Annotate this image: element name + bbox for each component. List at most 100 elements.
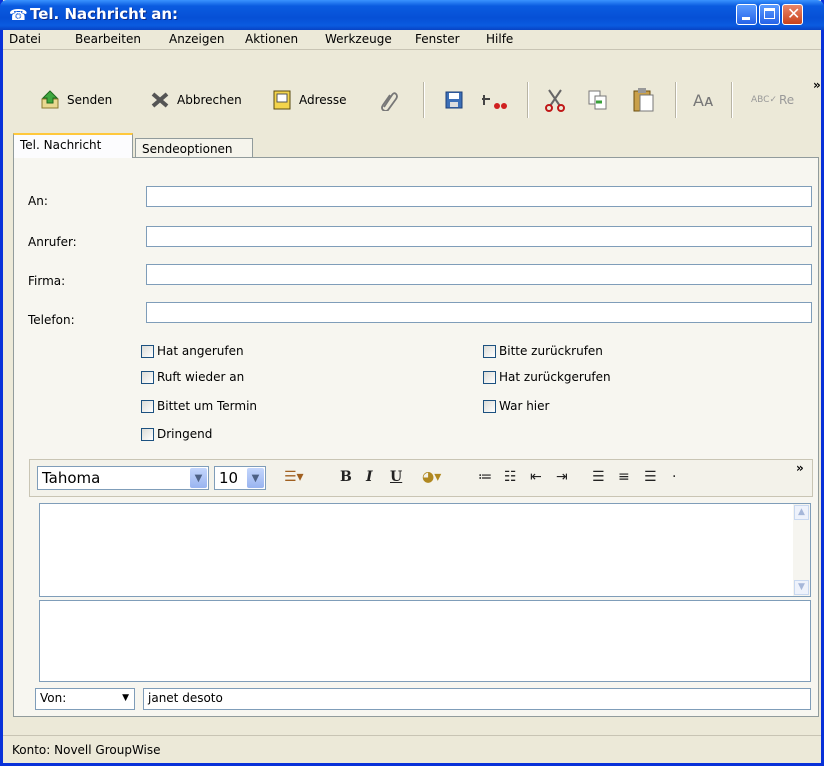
menu-bearbeiten[interactable]: Bearbeiten [75, 32, 141, 46]
font-size-select[interactable]: 10 ▼ [214, 466, 266, 490]
formatting-overflow-chevron[interactable]: » [796, 461, 804, 475]
window-title: Tel. Nachricht an: [30, 5, 179, 23]
menu-bar: Datei Bearbeiten Anzeigen Aktionen Werkz… [3, 30, 821, 50]
checkbox-label: Hat zurückgerufen [499, 370, 611, 384]
bullet-list-icon[interactable]: ☷ [504, 469, 517, 485]
checkbox-returned-call[interactable]: Hat zurückgerufen [483, 370, 611, 384]
chevron-down-icon[interactable]: ▼ [122, 693, 129, 703]
font-aa-icon[interactable]: Aᴀ [693, 86, 713, 114]
spellcheck-icon: ABC✓ [751, 95, 777, 105]
spellcheck-label: Re [779, 93, 795, 107]
from-field[interactable]: janet desoto [143, 688, 811, 710]
checkbox-please-call-back[interactable]: Bitte zurückrufen [483, 344, 603, 358]
underline-icon[interactable]: U [390, 469, 402, 485]
checkbox-label: Hat angerufen [157, 344, 244, 358]
menu-aktionen[interactable]: Aktionen [245, 32, 298, 46]
from-label: Von: [40, 691, 67, 705]
address-button[interactable]: Adresse [271, 86, 347, 114]
numbered-list-icon[interactable]: ≔ [478, 469, 492, 485]
color-palette-icon[interactable]: ◕▾ [422, 469, 441, 485]
checkbox-wants-appointment[interactable]: Bittet um Termin [141, 399, 257, 413]
vertical-scrollbar[interactable]: ▲ ▼ [793, 504, 810, 596]
bold-icon[interactable]: B [340, 469, 352, 485]
cut-icon[interactable] [543, 86, 567, 114]
italic-icon[interactable]: I [366, 469, 373, 485]
telephone-icon: ☎ [9, 6, 28, 24]
checkbox-box[interactable] [483, 344, 496, 358]
cancel-label: Abbrechen [177, 93, 242, 107]
title-bar[interactable]: ☎ Tel. Nachricht an: ✕ [0, 0, 824, 30]
menu-anzeigen[interactable]: Anzeigen [169, 32, 224, 46]
message-text-area[interactable] [39, 600, 811, 682]
checkbox-called[interactable]: Hat angerufen [141, 344, 244, 358]
address-book-icon [271, 89, 293, 111]
checkbox-label: Bittet um Termin [157, 399, 258, 413]
save-icon[interactable] [443, 86, 465, 114]
cancel-button[interactable]: Abbrechen [149, 86, 242, 114]
font-family-value: Tahoma [42, 469, 101, 487]
toolbar-separator [675, 82, 677, 118]
send-button[interactable]: Senden [39, 86, 112, 114]
caller-label: Anrufer: [28, 235, 77, 249]
message-body-editor[interactable]: ▲ ▼ [39, 503, 811, 597]
list-style-icon[interactable]: ☰▾ [284, 469, 304, 485]
address-label: Adresse [299, 93, 347, 107]
maximize-button[interactable] [759, 4, 780, 25]
checkbox-label: Ruft wieder an [157, 370, 245, 384]
menu-datei[interactable]: Datei [9, 32, 41, 46]
scroll-up-icon[interactable]: ▲ [794, 505, 809, 520]
menu-werkzeuge[interactable]: Werkzeuge [325, 32, 392, 46]
spellcheck-button[interactable]: ABC✓ Re [751, 86, 794, 114]
to-label: An: [28, 194, 48, 208]
formatting-toolbar: Tahoma ▼ 10 ▼ ☰▾ B I U ◕▾ ≔ ☷ ⇤ ⇥ ☰ ≡ ☰ … [29, 459, 813, 497]
toolbar-separator [731, 82, 733, 118]
indent-icon[interactable]: ⇥ [556, 469, 568, 485]
minimize-button[interactable] [736, 4, 757, 25]
main-toolbar: Senden Abbrechen Adresse Aᴀ ABC✓ Re » [3, 70, 821, 128]
attach-icon[interactable] [377, 86, 399, 114]
checkbox-box[interactable] [141, 370, 154, 384]
align-right-icon[interactable]: ☰ [644, 469, 657, 485]
signature-icon[interactable] [480, 86, 510, 114]
checkbox-was-here[interactable]: War hier [483, 399, 549, 413]
checkbox-will-call-again[interactable]: Ruft wieder an [141, 370, 244, 384]
phone-field[interactable] [146, 302, 812, 323]
chevron-down-icon[interactable]: ▼ [190, 468, 207, 488]
company-field[interactable] [146, 264, 812, 285]
account-status: Konto: Novell GroupWise [12, 743, 161, 757]
toolbar-separator [423, 82, 425, 118]
align-center-icon[interactable]: ≡ [618, 469, 630, 485]
cancel-x-icon [149, 89, 171, 111]
checkbox-box[interactable] [141, 427, 154, 441]
phone-message-window: ☎ Tel. Nachricht an: ✕ Datei Bearbeiten … [0, 0, 824, 766]
menu-hilfe[interactable]: Hilfe [486, 32, 513, 46]
phone-label: Telefon: [28, 313, 75, 327]
align-left-icon[interactable]: ☰ [592, 469, 605, 485]
tab-phone-message[interactable]: Tel. Nachricht [13, 133, 133, 158]
menu-fenster[interactable]: Fenster [415, 32, 460, 46]
checkbox-box[interactable] [141, 344, 154, 358]
from-select[interactable]: Von: ▼ [35, 688, 135, 710]
checkbox-box[interactable] [141, 399, 154, 413]
to-field[interactable] [146, 186, 812, 207]
status-bar: Konto: Novell GroupWise [3, 735, 821, 764]
company-label: Firma: [28, 274, 66, 288]
checkbox-label: Dringend [157, 427, 213, 441]
paste-icon[interactable] [631, 86, 655, 114]
caller-field[interactable] [146, 226, 812, 247]
close-button[interactable]: ✕ [782, 4, 803, 25]
scroll-down-icon[interactable]: ▼ [794, 580, 809, 595]
checkbox-label: War hier [499, 399, 550, 413]
copy-icon[interactable] [587, 86, 609, 114]
toolbar-overflow-chevron[interactable]: » [813, 78, 821, 92]
outdent-icon[interactable]: ⇤ [530, 469, 542, 485]
font-family-select[interactable]: Tahoma ▼ [37, 466, 209, 490]
more-dot-icon[interactable]: · [672, 469, 676, 485]
checkbox-urgent[interactable]: Dringend [141, 427, 212, 441]
chevron-down-icon[interactable]: ▼ [247, 468, 264, 488]
tab-send-options[interactable]: Sendeoptionen [135, 138, 253, 158]
toolbar-separator [527, 82, 529, 118]
checkbox-box[interactable] [483, 370, 496, 384]
close-icon: ✕ [787, 4, 801, 23]
checkbox-box[interactable] [483, 399, 496, 413]
